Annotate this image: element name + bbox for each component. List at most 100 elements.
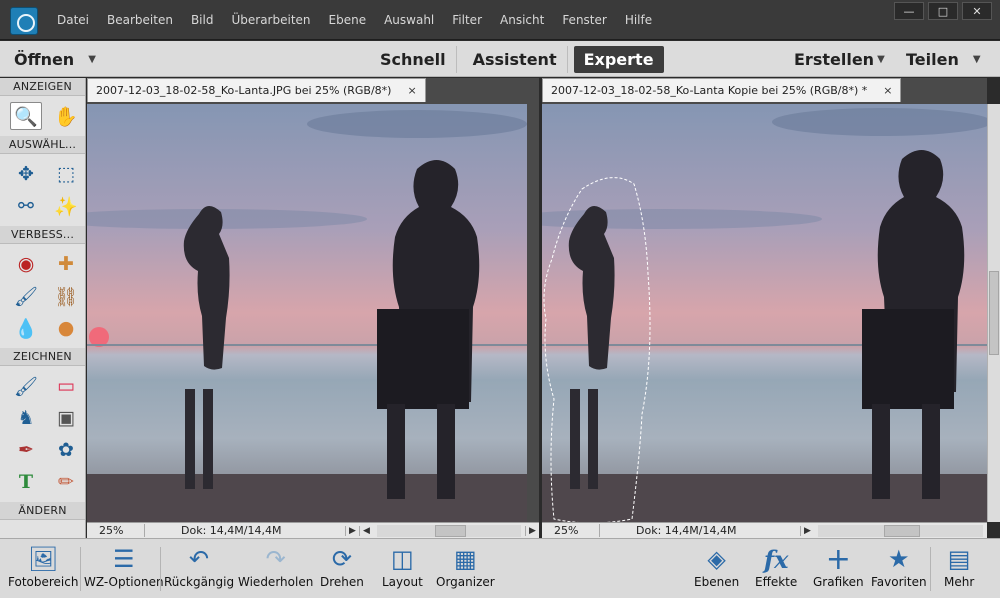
menu-bild[interactable]: Bild bbox=[182, 13, 223, 27]
vertical-scrollbar[interactable] bbox=[987, 104, 1000, 522]
custom-shape-icon[interactable]: ✿ bbox=[50, 436, 82, 464]
blur-icon[interactable]: 💧 bbox=[10, 314, 42, 342]
scroll-right-icon[interactable]: ▶ bbox=[525, 525, 539, 536]
pencil-icon[interactable]: ✏ bbox=[50, 468, 82, 496]
document-tab-original[interactable]: 2007-12-03_18-02-58_Ko-Lanta.JPG bei 25%… bbox=[87, 78, 426, 102]
close-icon[interactable]: × bbox=[407, 84, 416, 97]
red-eye-icon[interactable]: ◉ bbox=[10, 250, 42, 278]
layers-icon: ◈ bbox=[707, 545, 726, 573]
menu-ebene[interactable]: Ebene bbox=[320, 13, 376, 27]
photo-beach-sunset bbox=[87, 104, 527, 522]
undo-label: Rückgängig bbox=[164, 575, 235, 589]
zoom-level[interactable]: 25% bbox=[542, 524, 600, 537]
fx-icon: fx bbox=[763, 544, 789, 574]
document-tab-copy[interactable]: 2007-12-03_18-02-58_Ko-Lanta Kopie bei 2… bbox=[542, 78, 902, 102]
menu-hilfe[interactable]: Hilfe bbox=[616, 13, 661, 27]
image-canvas[interactable] bbox=[87, 104, 527, 522]
minimize-icon[interactable]: — bbox=[894, 2, 924, 20]
section-zeichnen: ZEICHNEN bbox=[0, 348, 85, 366]
mode-switcher: Schnell Assistent Experte bbox=[370, 44, 664, 74]
redo-button[interactable]: ↷ Wiederholen bbox=[238, 543, 313, 589]
vertical-scroll-thumb[interactable] bbox=[989, 271, 999, 355]
undo-button[interactable]: ↶ Rückgängig bbox=[164, 543, 234, 589]
brush-icon[interactable]: 🖌 bbox=[10, 372, 42, 400]
app-logo-icon bbox=[10, 7, 38, 35]
effects-label: Effekte bbox=[755, 575, 798, 589]
marquee-icon[interactable]: ⬚ bbox=[50, 160, 82, 188]
menu-auswahl[interactable]: Auswahl bbox=[375, 13, 443, 27]
eraser-icon[interactable]: ▭ bbox=[50, 372, 82, 400]
tool-options-label: WZ-Optionen bbox=[84, 575, 164, 589]
create-button-label: Erstellen bbox=[794, 49, 875, 69]
create-button[interactable]: Erstellen ▼ bbox=[794, 41, 885, 77]
tool-panel: ANZEIGEN 🔍 ✋ AUSWÄHL... ✥ ⬚ ⚯ ✨ VERBESS.… bbox=[0, 78, 86, 538]
undo-icon: ↶ bbox=[189, 545, 210, 573]
menu-datei[interactable]: Datei bbox=[48, 13, 98, 27]
horizontal-scrollbar[interactable] bbox=[818, 524, 983, 537]
close-icon[interactable]: ✕ bbox=[962, 2, 992, 20]
layers-button[interactable]: ◈ Ebenen bbox=[694, 543, 739, 589]
smart-brush-icon[interactable]: 🖌 bbox=[10, 282, 42, 310]
window-controls: — □ ✕ bbox=[894, 2, 992, 20]
rotate-button[interactable]: ⟳ Drehen bbox=[320, 543, 364, 589]
mode-assistent[interactable]: Assistent bbox=[463, 45, 568, 73]
menu-bearbeiten[interactable]: Bearbeiten bbox=[98, 13, 182, 27]
lasso-icon[interactable]: ⚯ bbox=[10, 192, 42, 220]
mode-experte[interactable]: Experte bbox=[573, 45, 664, 73]
tool-options-button[interactable]: ☰ WZ-Optionen bbox=[84, 543, 164, 589]
image-canvas[interactable] bbox=[542, 104, 987, 522]
redo-icon: ↷ bbox=[265, 545, 286, 573]
photo-beach-sunset-copy bbox=[542, 104, 987, 522]
share-button[interactable]: Teilen ▼ bbox=[906, 41, 981, 77]
document-status-bar: 25% Dok: 14,4M/14,4M ▶ ◀ ▶ bbox=[87, 522, 539, 538]
scroll-left-icon[interactable]: ◀ bbox=[359, 525, 373, 536]
status-menu-arrow-icon[interactable]: ▶ bbox=[800, 525, 814, 536]
document-pane-original: 2007-12-03_18-02-58_Ko-Lanta.JPG bei 25%… bbox=[87, 78, 539, 538]
horizontal-scroll-thumb[interactable] bbox=[434, 524, 467, 537]
horizontal-scroll-thumb[interactable] bbox=[884, 524, 921, 537]
star-icon: ★ bbox=[888, 545, 910, 573]
gradient-icon[interactable]: ▣ bbox=[50, 404, 82, 432]
favorites-label: Favoriten bbox=[871, 575, 927, 589]
zoom-level[interactable]: 25% bbox=[87, 524, 145, 537]
hand-icon[interactable]: ✋ bbox=[50, 102, 82, 130]
menu-ueberarbeiten[interactable]: Überarbeiten bbox=[222, 13, 319, 27]
clone-stamp-icon[interactable]: ⛓ bbox=[50, 282, 82, 310]
more-icon: ▤ bbox=[947, 545, 971, 573]
horizontal-scrollbar[interactable] bbox=[377, 524, 521, 537]
move-icon[interactable]: ✥ bbox=[10, 160, 42, 188]
section-anzeigen: ANZEIGEN bbox=[0, 78, 85, 96]
maximize-icon[interactable]: □ bbox=[928, 2, 958, 20]
status-menu-arrow-icon[interactable]: ▶ bbox=[345, 525, 359, 536]
effects-button[interactable]: fx Effekte bbox=[755, 543, 798, 590]
section-aendern: ÄNDERN bbox=[0, 502, 85, 520]
layout-button[interactable]: ◫ Layout bbox=[382, 543, 423, 589]
open-button[interactable]: Öffnen ▼ bbox=[14, 41, 96, 77]
menu-fenster[interactable]: Fenster bbox=[553, 13, 616, 27]
text-icon[interactable]: T bbox=[10, 468, 42, 496]
magic-wand-icon[interactable]: ✨ bbox=[50, 192, 82, 220]
healing-brush-icon[interactable]: ✚ bbox=[50, 250, 82, 278]
document-tab-title: 2007-12-03_18-02-58_Ko-Lanta Kopie bei 2… bbox=[551, 84, 868, 97]
section-auswahl: AUSWÄHL... bbox=[0, 136, 85, 154]
photo-bin-button[interactable]: 🖼 Fotobereich bbox=[8, 543, 78, 589]
favorites-button[interactable]: ★ Favoriten bbox=[871, 543, 927, 589]
organizer-button[interactable]: ▦ Organizer bbox=[436, 543, 495, 589]
eyedropper-icon[interactable]: ✒ bbox=[10, 436, 42, 464]
open-button-label: Öffnen bbox=[14, 49, 75, 69]
more-button[interactable]: ▤ Mehr bbox=[944, 543, 974, 589]
menu-ansicht[interactable]: Ansicht bbox=[491, 13, 553, 27]
graphics-button[interactable]: + Grafiken bbox=[813, 542, 864, 590]
organizer-icon: ▦ bbox=[454, 545, 477, 573]
mode-schnell[interactable]: Schnell bbox=[370, 45, 457, 73]
zoom-icon[interactable]: 🔍 bbox=[10, 102, 42, 130]
menu-filter[interactable]: Filter bbox=[443, 13, 491, 27]
sponge-icon[interactable]: ● bbox=[50, 314, 82, 342]
layers-label: Ebenen bbox=[694, 575, 740, 589]
layout-icon: ◫ bbox=[391, 545, 414, 573]
close-icon[interactable]: × bbox=[883, 84, 892, 97]
chevron-down-icon: ▼ bbox=[877, 53, 885, 65]
document-tab-title: 2007-12-03_18-02-58_Ko-Lanta.JPG bei 25%… bbox=[96, 84, 392, 97]
document-size: Dok: 14,4M/14,4M bbox=[636, 524, 737, 537]
paint-bucket-icon[interactable]: ♞ bbox=[10, 404, 42, 432]
